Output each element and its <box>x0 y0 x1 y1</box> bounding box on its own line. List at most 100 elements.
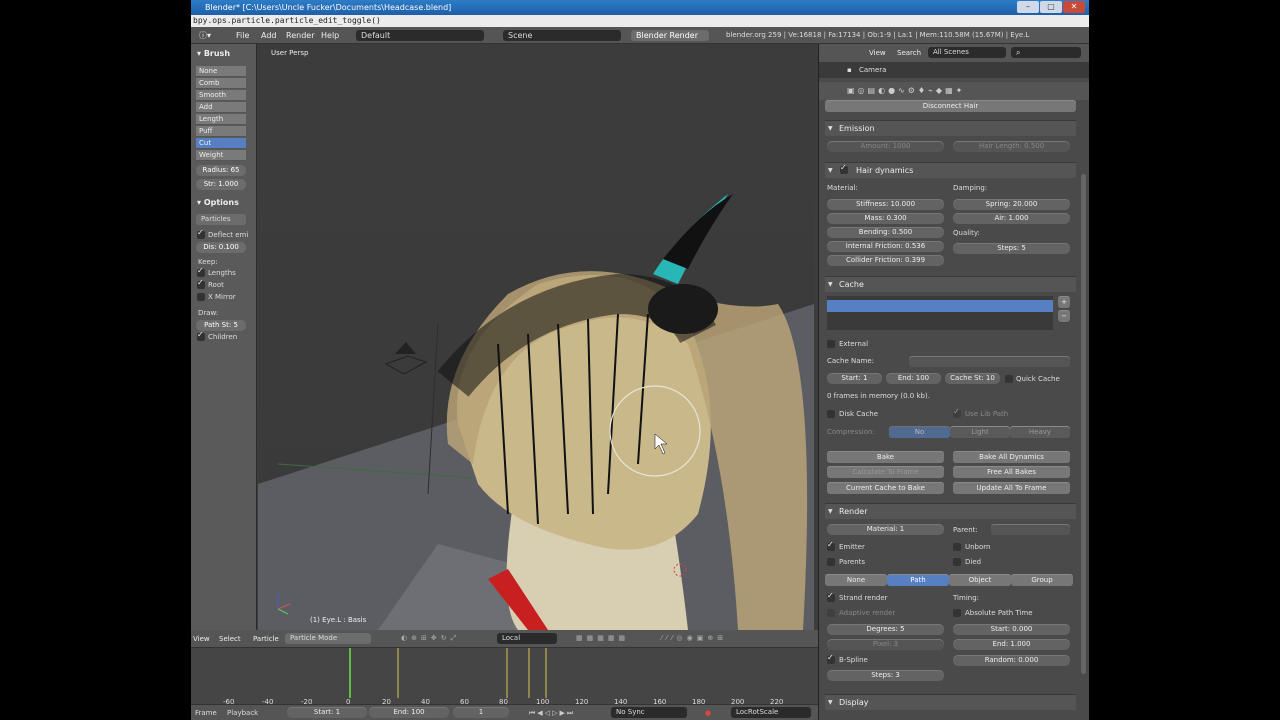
cache-list-item[interactable] <box>827 300 1053 312</box>
timing-start-field[interactable]: Start: 0.000 <box>953 624 1070 635</box>
brush-length[interactable]: Length <box>196 114 246 125</box>
render-mode-none[interactable]: None <box>825 574 887 586</box>
free-all-bakes-button[interactable]: Free All Bakes <box>953 466 1070 478</box>
playback-controls[interactable]: ⏮◀◁▷▶⏭ <box>529 705 575 720</box>
screen-layout-select[interactable]: Default <box>356 30 484 41</box>
render-mode-path[interactable]: Path <box>887 574 949 586</box>
render-mode-group[interactable]: Group <box>1011 574 1073 586</box>
hair-dynamics-checkbox[interactable] <box>840 163 848 174</box>
deflect-emitter-checkbox[interactable] <box>197 228 205 239</box>
air-field[interactable]: Air: 1.000 <box>953 213 1070 224</box>
start-frame-field[interactable]: Start: 1 <box>287 707 367 718</box>
compression-no[interactable]: No <box>889 426 950 438</box>
brush-strength-field[interactable]: Str: 1.000 <box>196 179 246 190</box>
compression-light[interactable]: Light <box>950 426 1010 438</box>
parents-checkbox[interactable] <box>827 558 835 566</box>
info-editor-icon[interactable]: ⓘ▾ <box>199 27 211 44</box>
brush-none[interactable]: None <box>196 66 246 77</box>
outliner-item-camera[interactable]: Camera <box>859 66 886 74</box>
outliner-display-select[interactable]: All Scenes <box>928 47 1006 58</box>
keying-set-select[interactable]: LocRotScale <box>731 707 811 718</box>
select-menu[interactable]: Select <box>219 635 241 643</box>
absolute-path-time-checkbox[interactable] <box>953 609 961 617</box>
use-lib-path-checkbox[interactable] <box>953 407 961 418</box>
steps-field[interactable]: Steps: 5 <box>953 243 1070 254</box>
viewport-tool-icons[interactable]: ◐⊕⊞✥↻⤢ <box>401 634 460 643</box>
update-all-to-frame-button[interactable]: Update All To Frame <box>953 482 1070 494</box>
x-mirror-checkbox[interactable] <box>197 293 205 301</box>
disconnect-hair-button[interactable]: Disconnect Hair <box>825 100 1076 112</box>
pixel-field[interactable]: Pixel: 3 <box>827 639 944 650</box>
properties-scrollbar[interactable] <box>1081 174 1086 674</box>
menu-add[interactable]: Add <box>261 27 277 44</box>
select-mode-icons[interactable]: ⁄⁄⁄◎◉▣⊕⊞ <box>661 634 727 642</box>
disk-cache-checkbox[interactable] <box>827 410 835 418</box>
edit-type-select[interactable]: Particles <box>196 214 246 225</box>
render-engine-select[interactable]: Blender Render <box>631 30 709 41</box>
random-field[interactable]: Random: 0.000 <box>953 655 1070 666</box>
render-mode-object[interactable]: Object <box>949 574 1011 586</box>
maximize-button[interactable]: ▢ <box>1040 1 1062 13</box>
mode-select[interactable]: Particle Mode <box>285 633 371 644</box>
particle-menu[interactable]: Particle <box>253 635 279 643</box>
cache-start-field[interactable]: Start: 1 <box>827 373 882 384</box>
render-steps-field[interactable]: Steps: 3 <box>827 670 944 681</box>
adaptive-render-checkbox[interactable] <box>827 609 835 617</box>
external-checkbox[interactable] <box>827 340 835 348</box>
minimize-button[interactable]: – <box>1017 1 1039 13</box>
keep-lengths-checkbox[interactable] <box>197 266 205 277</box>
brush-radius-field[interactable]: Radius: 65 <box>196 165 246 176</box>
calculate-to-frame-button[interactable]: Calculate To Frame <box>827 466 944 478</box>
scene-select[interactable]: Scene <box>503 30 621 41</box>
amount-field[interactable]: Amount: 1000 <box>827 141 944 152</box>
outliner-view-menu[interactable]: View <box>869 49 886 57</box>
hair-length-field[interactable]: Hair Length: 0.500 <box>953 141 1070 152</box>
display-panel-header[interactable]: Display <box>825 694 1076 711</box>
cache-end-field[interactable]: End: 100 <box>886 373 941 384</box>
brush-panel-title[interactable]: ▾ Brush <box>197 49 230 58</box>
brush-cut[interactable]: Cut <box>196 138 246 149</box>
cache-step-field[interactable]: Cache St: 10 <box>945 373 1000 384</box>
cache-list[interactable] <box>827 296 1053 330</box>
3d-viewport[interactable]: User Persp (1) Eye.L : Basis <box>258 44 814 630</box>
render-material-field[interactable]: Material: 1 <box>827 524 944 535</box>
orientation-select[interactable]: Local <box>497 633 557 644</box>
cache-name-input[interactable] <box>909 356 1070 367</box>
emission-panel-header[interactable]: Emission <box>825 120 1076 137</box>
deflect-distance-field[interactable]: Dis: 0.100 <box>196 242 246 253</box>
outliner-search-input[interactable]: ⌕ <box>1011 47 1081 58</box>
brush-puff[interactable]: Puff <box>196 126 246 137</box>
sync-select[interactable]: No Sync <box>611 707 687 718</box>
children-checkbox[interactable] <box>197 330 205 341</box>
unborn-checkbox[interactable] <box>953 543 961 551</box>
playback-menu[interactable]: Playback <box>227 705 258 720</box>
emitter-checkbox[interactable] <box>827 540 835 551</box>
degrees-field[interactable]: Degrees: 5 <box>827 624 944 635</box>
compression-heavy[interactable]: Heavy <box>1010 426 1070 438</box>
render-panel-header[interactable]: Render <box>825 503 1076 520</box>
collider-friction-field[interactable]: Collider Friction: 0.399 <box>827 255 944 266</box>
add-cache-button[interactable]: + <box>1058 296 1070 308</box>
menu-render[interactable]: Render <box>286 27 314 44</box>
brush-comb[interactable]: Comb <box>196 78 246 89</box>
current-frame-field[interactable]: 1 <box>453 707 509 718</box>
brush-smooth[interactable]: Smooth <box>196 90 246 101</box>
end-frame-field[interactable]: End: 100 <box>369 707 449 718</box>
hair-dynamics-panel-header[interactable]: Hair dynamics <box>825 162 1076 179</box>
stiffness-field[interactable]: Stiffness: 10.000 <box>827 199 944 210</box>
mass-field[interactable]: Mass: 0.300 <box>827 213 944 224</box>
timing-end-field[interactable]: End: 1.000 <box>953 639 1070 650</box>
remove-cache-button[interactable]: − <box>1058 310 1070 322</box>
options-panel-title[interactable]: ▾ Options <box>197 198 239 207</box>
timeline-track[interactable] <box>191 648 818 698</box>
record-icon[interactable]: ● <box>705 705 711 720</box>
outliner-search-menu[interactable]: Search <box>897 49 921 57</box>
menu-file[interactable]: File <box>236 27 249 44</box>
died-checkbox[interactable] <box>953 558 961 566</box>
bending-field[interactable]: Bending: 0.500 <box>827 227 944 238</box>
frame-menu[interactable]: Frame <box>195 705 217 720</box>
properties-tab-icons[interactable]: ▣◎▤◐●∿⚙♦⌁◆▦✦ <box>847 86 965 95</box>
spring-field[interactable]: Spring: 20.000 <box>953 199 1070 210</box>
keep-root-checkbox[interactable] <box>197 278 205 289</box>
internal-friction-field[interactable]: Internal Friction: 0.536 <box>827 241 944 252</box>
